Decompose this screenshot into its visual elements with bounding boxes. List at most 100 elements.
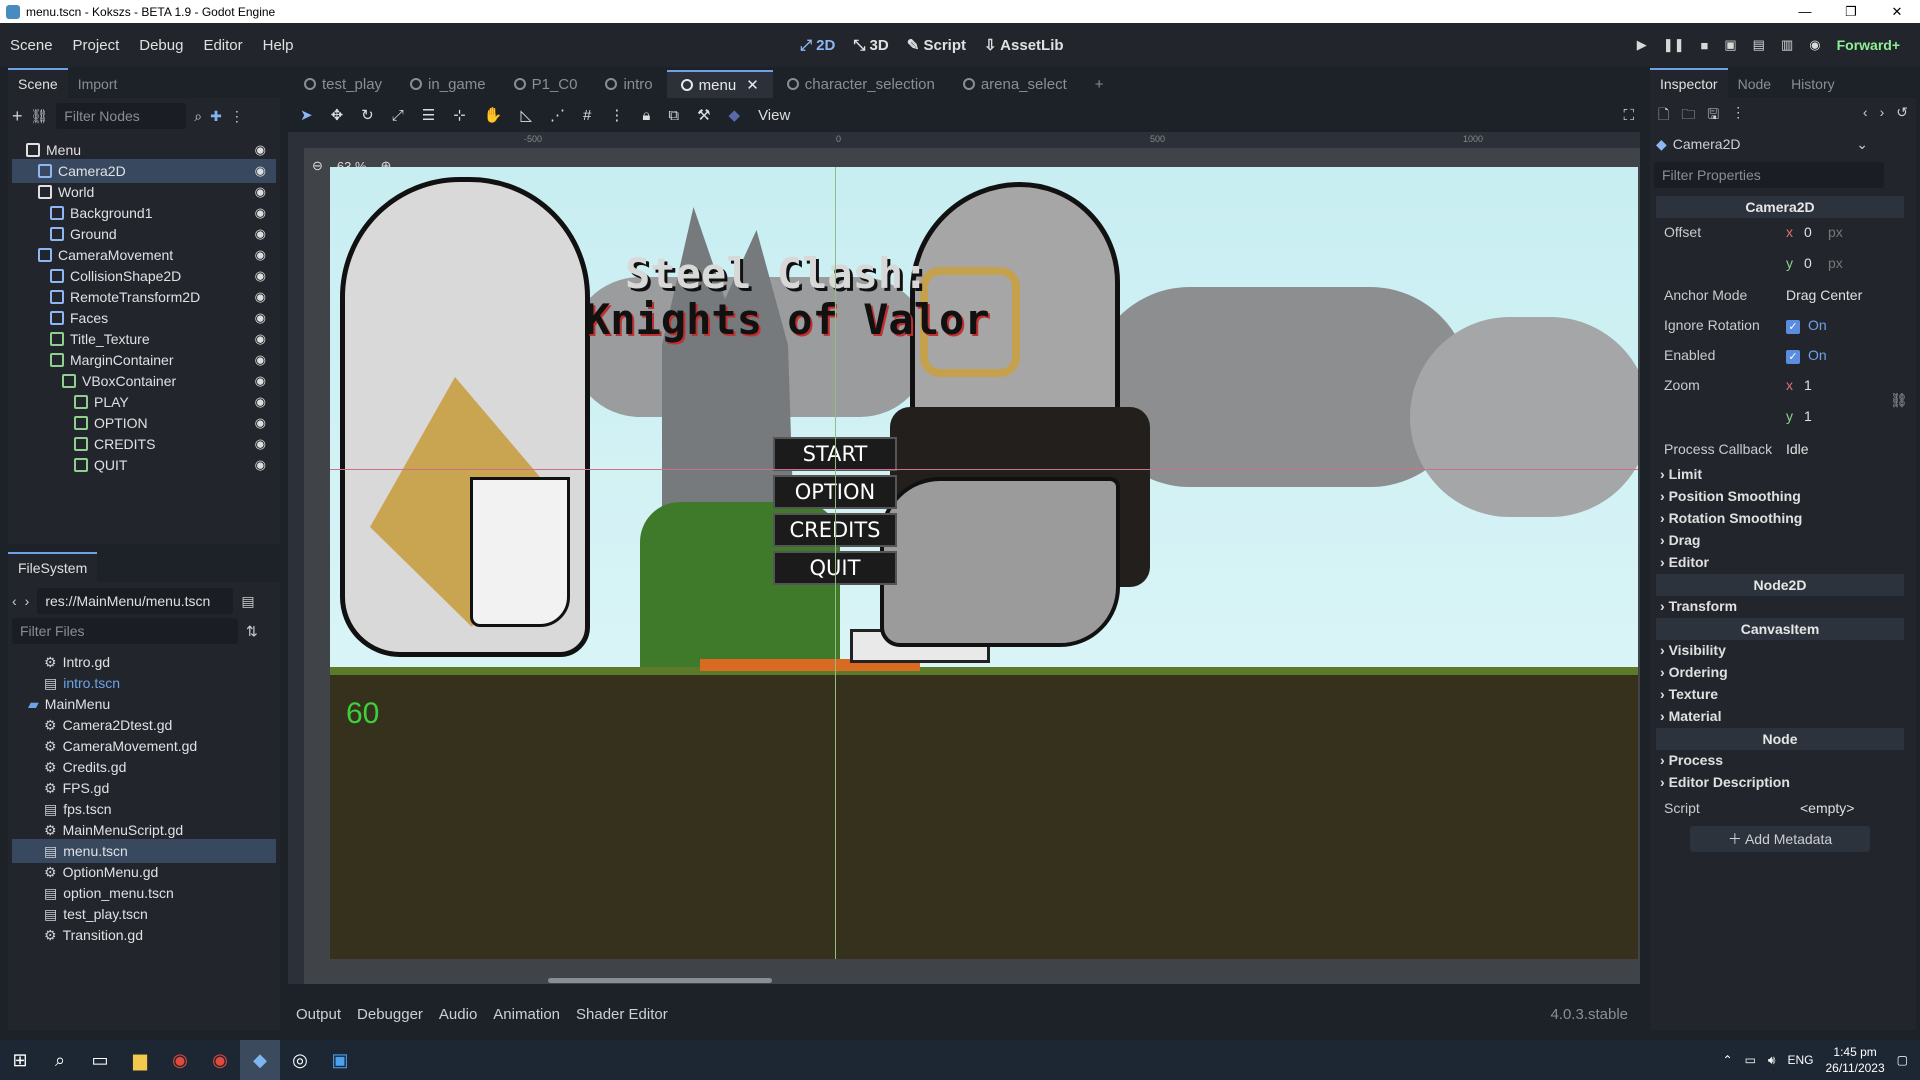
anchor-mode-dropdown[interactable]: Drag Center: [1786, 287, 1862, 303]
move-tool-icon[interactable]: ✥: [331, 106, 344, 124]
tray-chevron-icon[interactable]: ⌃: [1723, 1053, 1733, 1067]
split-mode-icon[interactable]: ▤: [241, 593, 254, 610]
node-tree-item[interactable]: QUIT ◉: [12, 453, 276, 477]
visibility-eye-icon[interactable]: ◉: [255, 394, 266, 410]
new-resource-icon[interactable]: 🗋︎: [1658, 104, 1669, 128]
scene-tab[interactable]: menu ✕: [666, 70, 773, 98]
visibility-eye-icon[interactable]: ◉: [255, 205, 266, 221]
grid-snap-icon[interactable]: #: [583, 107, 591, 124]
camera-override-icon[interactable]: ◆: [729, 106, 741, 124]
save-resource-icon[interactable]: 🖫︎: [1707, 104, 1719, 128]
path-field[interactable]: res://MainMenu/menu.tscn: [37, 588, 234, 614]
history-back-icon[interactable]: ‹: [1863, 104, 1868, 128]
history-forward-icon[interactable]: ›: [1880, 104, 1885, 128]
view-menu[interactable]: View: [758, 107, 790, 124]
list-select-icon[interactable]: ☰: [422, 106, 435, 124]
scene-tab[interactable]: test_play: [290, 70, 396, 98]
scene-tab[interactable]: P1_C0: [500, 70, 592, 98]
inspector-section[interactable]: › Limit: [1660, 466, 1702, 482]
tab-output[interactable]: Output: [296, 1006, 341, 1023]
more-icon[interactable]: ⋮: [230, 108, 244, 125]
ignore-rotation-checkbox[interactable]: ✓ On: [1786, 317, 1827, 334]
scale-tool-icon[interactable]: ⤢: [392, 107, 404, 124]
remote-debug-icon[interactable]: ▣: [1724, 37, 1736, 53]
filter-files-input[interactable]: Filter Files: [12, 618, 238, 644]
add-node-icon[interactable]: +: [12, 106, 23, 127]
pause-icon[interactable]: ❚❚: [1663, 37, 1685, 53]
obs-icon[interactable]: ◎: [280, 1040, 320, 1080]
zoom-y-field[interactable]: 1: [1804, 408, 1812, 424]
lock-icon[interactable]: 🔒︎: [642, 107, 650, 124]
scene-tab[interactable]: character_selection: [773, 70, 949, 98]
tab-import[interactable]: Import: [68, 70, 128, 98]
node-selector[interactable]: ◆ Camera2D ⌄: [1656, 132, 1868, 156]
inspector-section[interactable]: › Transform: [1660, 598, 1737, 614]
filter-properties-input[interactable]: Filter Properties: [1654, 162, 1884, 188]
inspector-section[interactable]: › Position Smoothing: [1660, 488, 1801, 504]
stop-icon[interactable]: ■: [1701, 38, 1709, 53]
offset-x-field[interactable]: 0: [1804, 224, 1812, 240]
godot-icon[interactable]: ◆: [240, 1040, 280, 1080]
volume-icon[interactable]: 🔊︎: [1768, 1053, 1776, 1068]
snap-options-icon[interactable]: ⋮: [609, 106, 624, 124]
maximize-button[interactable]: ❐: [1828, 4, 1874, 20]
chrome-icon[interactable]: ◉: [160, 1040, 200, 1080]
tab-audio[interactable]: Audio: [439, 1006, 477, 1023]
tab-node[interactable]: Node: [1728, 70, 1781, 98]
process-callback-dropdown[interactable]: Idle: [1786, 441, 1809, 457]
minimize-button[interactable]: —: [1782, 4, 1828, 20]
link-icon[interactable]: ⛓: [1890, 392, 1908, 409]
file-item[interactable]: ⚙ Transition.gd: [12, 923, 276, 947]
network-icon[interactable]: ▭: [1745, 1053, 1756, 1067]
zoom-out-button[interactable]: ⊖: [312, 158, 323, 174]
mode-3d-button[interactable]: ⤡ 3D: [853, 37, 888, 54]
mode-script-button[interactable]: ✎ Script: [907, 36, 966, 54]
open-resource-icon[interactable]: 🗀︎: [1681, 104, 1695, 128]
close-tab-icon[interactable]: ✕: [746, 76, 759, 94]
forward-icon[interactable]: ›: [25, 593, 30, 609]
tab-shader-editor[interactable]: Shader Editor: [576, 1006, 668, 1023]
inspector-section[interactable]: › Texture: [1660, 686, 1718, 702]
script-dropdown[interactable]: <empty>: [1800, 800, 1854, 816]
attach-script-icon[interactable]: ✚: [210, 108, 222, 125]
movie-maker-icon[interactable]: ◉: [1809, 37, 1820, 53]
clock[interactable]: 1:45 pm 26/11/2023: [1825, 1044, 1884, 1076]
add-metadata-button[interactable]: ＋ Add Metadata: [1690, 826, 1870, 852]
inspector-section[interactable]: › Material: [1660, 708, 1721, 724]
pivot-tool-icon[interactable]: ⊹: [453, 106, 466, 124]
close-button[interactable]: ✕: [1874, 4, 1920, 20]
group-icon[interactable]: ⧉: [668, 107, 679, 124]
object-history-icon[interactable]: ↺: [1896, 104, 1908, 128]
visibility-eye-icon[interactable]: ◉: [255, 142, 266, 158]
visibility-eye-icon[interactable]: ◉: [255, 268, 266, 284]
play-icon[interactable]: ▶: [1637, 37, 1647, 53]
menu-scene[interactable]: Scene: [0, 37, 63, 54]
fullscreen-icon[interactable]: ⛶: [1623, 107, 1634, 124]
inspector-section[interactable]: › Visibility: [1660, 642, 1726, 658]
tab-animation[interactable]: Animation: [493, 1006, 560, 1023]
menu-debug[interactable]: Debug: [129, 37, 193, 54]
inspector-section[interactable]: › Editor Description: [1660, 774, 1790, 790]
renderer-selector[interactable]: Forward+: [1837, 37, 1900, 53]
offset-y-field[interactable]: 0: [1804, 255, 1812, 271]
language-indicator[interactable]: ENG: [1787, 1053, 1813, 1067]
ruler-tool-icon[interactable]: ◺: [520, 106, 532, 124]
scene-tab[interactable]: in_game: [396, 70, 500, 98]
bone-icon[interactable]: ⚒: [697, 106, 710, 124]
menu-help[interactable]: Help: [253, 37, 304, 54]
visibility-eye-icon[interactable]: ◉: [255, 289, 266, 305]
chrome-profile-icon[interactable]: ◉: [200, 1040, 240, 1080]
play-scene-icon[interactable]: ▤: [1753, 37, 1765, 53]
inspector-section[interactable]: › Rotation Smoothing: [1660, 510, 1802, 526]
task-view-icon[interactable]: ▭: [80, 1040, 120, 1080]
notification-icon[interactable]: ▢: [1897, 1053, 1908, 1067]
visibility-eye-icon[interactable]: ◉: [255, 310, 266, 326]
smart-snap-icon[interactable]: ⋰: [550, 106, 565, 124]
inspector-section[interactable]: › Process: [1660, 752, 1723, 768]
resource-menu-icon[interactable]: ⋮: [1731, 104, 1745, 128]
back-icon[interactable]: ‹: [12, 593, 17, 609]
horizontal-scrollbar[interactable]: [548, 978, 772, 983]
new-scene-tab-button[interactable]: +: [1081, 70, 1118, 98]
tab-debugger[interactable]: Debugger: [357, 1006, 423, 1023]
inspector-section[interactable]: › Drag: [1660, 532, 1700, 548]
